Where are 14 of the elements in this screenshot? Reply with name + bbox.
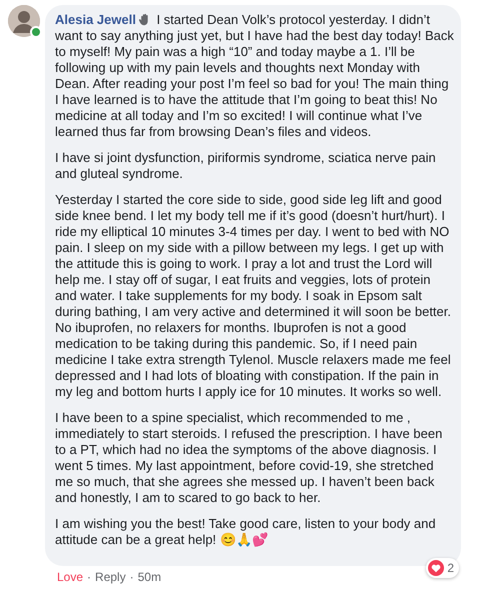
hand-icon bbox=[138, 13, 151, 26]
comment-text: I have si joint dysfunction, piriformis syndrome, sciatica nerve pain and gluteal syndrome. bbox=[55, 150, 437, 182]
separator-dot: · bbox=[130, 569, 134, 585]
comment-text: Yesterday I started the core side to side, good side leg lift and good side knee bend. I let my body tell me if it’s good (doesn’t hurt/hurt). I ride my elliptical 10 minutes 3-4 times per day. I went to bed with NO pain. I sleep on my side with a pillow between my legs. I get up with the attitude this is going to work. I pray a lot and trust the Lord will help me. I stay off of sugar, I eat fruits and veggies, lots of protein and water. I take supplements for my body. I soak in Epsom salt during bathing, I am very active and determined it will soon be better. No ibuprofen, no relaxers for months. Ibuprofen is not a good medication to be taking during this pandemic. So, if I need pain medicine I take extra strength Tylenol. Muscle relaxers made me feel depressed and I had lots of bloating with constipation. If the pain in my leg and bottom hurts I apply ice for 10 minutes. It works so well. bbox=[55, 192, 452, 400]
reaction-count-badge[interactable]: 2 bbox=[426, 558, 459, 578]
comment-text: Alesia Jewell I started Dean Volk’s protocol yesterday. I didn’t want to say anything just yet, but I have had the best day today! Back to myself! My pain was a high “10” and today maybe a 1. I’ll be following up with my pain levels and thoughts next Monday with Dean. After reading your post I’m feel so bad for you! The main thing I have learned is to have the attitude that I’m going to beat this! No medicine at all today and I’m so excited! I will continue what I’ve learned thus far from browsing Dean’s files and videos. bbox=[55, 12, 455, 140]
avatar[interactable] bbox=[8, 5, 40, 37]
comment-text: I have been to a spine specialist, which recommended to me , immediately to start steroids. I refused the prescription. I have been to a PT, which had no idea the symptoms of the above diagnosis. I went 5 times. My last appointment, before covid-19, she stretched me so much, that she agrees she messed up. I haven’t been back and honestly, I am to scared to go back to her. bbox=[55, 410, 444, 506]
reaction-link[interactable]: Love bbox=[57, 569, 84, 585]
author-name-link[interactable]: Alesia Jewell bbox=[55, 12, 136, 27]
action-link[interactable]: Reply bbox=[95, 569, 126, 585]
comment-text: I am wishing you the best! Take good care, listen to your body and attitude can be a great help! 😊🙏💕 bbox=[55, 516, 437, 548]
timestamp: 50m bbox=[138, 569, 162, 585]
separator-dot: · bbox=[87, 569, 92, 585]
